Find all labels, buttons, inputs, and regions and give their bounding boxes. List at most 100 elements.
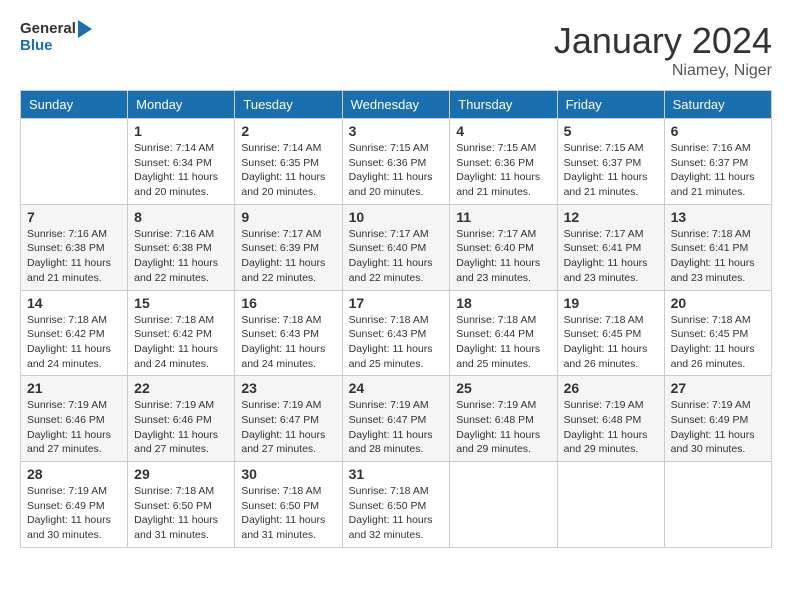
day-number: 29 — [134, 466, 228, 482]
calendar-subtitle: Niamey, Niger — [554, 62, 772, 80]
day-number: 7 — [27, 209, 121, 225]
calendar-cell: 10 Sunrise: 7:17 AM Sunset: 6:40 PM Dayli… — [342, 204, 450, 290]
day-detail: Sunrise: 7:18 AM Sunset: 6:45 PM Dayligh… — [671, 313, 765, 372]
day-number: 18 — [456, 295, 550, 311]
calendar-cell: 26Sunrise: 7:19 AM Sunset: 6:48 PM Dayli… — [557, 376, 664, 462]
header-row: Sunday Monday Tuesday Wednesday Thursday… — [21, 91, 772, 119]
day-number: 21 — [27, 380, 121, 396]
calendar-cell: 22 Sunrise: 7:19 AM Sunset: 6:46 PM Dayli… — [128, 376, 235, 462]
day-number: 20 — [671, 295, 765, 311]
day-number: 24 — [349, 380, 444, 396]
day-number: 14 — [27, 295, 121, 311]
day-detail: Sunrise: 7:19 AM Sunset: 6:47 PM Dayligh… — [241, 398, 335, 457]
day-number: 27 — [671, 380, 765, 396]
calendar-cell — [557, 462, 664, 548]
day-detail: Sunrise: 7:14 AM Sunset: 6:35 PM Dayligh… — [241, 141, 335, 200]
day-number: 22 — [134, 380, 228, 396]
calendar-cell: 8Sunrise: 7:16 AM Sunset: 6:38 PM Daylig… — [128, 204, 235, 290]
calendar-cell: 17 Sunrise: 7:18 AM Sunset: 6:43 PM Dayli… — [342, 290, 450, 376]
col-sunday: Sunday — [21, 91, 128, 119]
day-detail: Sunrise: 7:18 AM Sunset: 6:43 PM Dayligh… — [349, 313, 444, 372]
day-number: 6 — [671, 123, 765, 139]
col-monday: Monday — [128, 91, 235, 119]
day-detail: Sunrise: 7:18 AM Sunset: 6:42 PM Dayligh… — [134, 313, 228, 372]
day-number: 28 — [27, 466, 121, 482]
day-detail: Sunrise: 7:19 AM Sunset: 6:47 PM Dayligh… — [349, 398, 444, 457]
calendar-cell — [21, 119, 128, 205]
calendar-week-4: 21 Sunrise: 7:19 AM Sunset: 6:46 PM Dayli… — [21, 376, 772, 462]
col-friday: Friday — [557, 91, 664, 119]
calendar-cell: 1 Sunrise: 7:14 AM Sunset: 6:34 PM Daylig… — [128, 119, 235, 205]
calendar-week-2: 7 Sunrise: 7:16 AM Sunset: 6:38 PM Daylig… — [21, 204, 772, 290]
day-detail: Sunrise: 7:18 AM Sunset: 6:45 PM Dayligh… — [564, 313, 658, 372]
calendar-cell: 24 Sunrise: 7:19 AM Sunset: 6:47 PM Dayli… — [342, 376, 450, 462]
day-detail: Sunrise: 7:17 AM Sunset: 6:39 PM Dayligh… — [241, 227, 335, 286]
calendar-cell: 9 Sunrise: 7:17 AM Sunset: 6:39 PM Daylig… — [235, 204, 342, 290]
day-number: 30 — [241, 466, 335, 482]
day-detail: Sunrise: 7:15 AM Sunset: 6:36 PM Dayligh… — [349, 141, 444, 200]
calendar-week-1: 1 Sunrise: 7:14 AM Sunset: 6:34 PM Daylig… — [21, 119, 772, 205]
day-number: 15 — [134, 295, 228, 311]
calendar-cell: 13Sunrise: 7:18 AM Sunset: 6:41 PM Dayli… — [664, 204, 771, 290]
day-number: 1 — [134, 123, 228, 139]
calendar-cell: 2 Sunrise: 7:14 AM Sunset: 6:35 PM Daylig… — [235, 119, 342, 205]
col-tuesday: Tuesday — [235, 91, 342, 119]
day-detail: Sunrise: 7:19 AM Sunset: 6:46 PM Dayligh… — [27, 398, 121, 457]
day-detail: Sunrise: 7:19 AM Sunset: 6:46 PM Dayligh… — [134, 398, 228, 457]
calendar-cell — [450, 462, 557, 548]
calendar-week-5: 28Sunrise: 7:19 AM Sunset: 6:49 PM Dayli… — [21, 462, 772, 548]
day-number: 2 — [241, 123, 335, 139]
day-detail: Sunrise: 7:18 AM Sunset: 6:41 PM Dayligh… — [671, 227, 765, 286]
calendar-cell: 18Sunrise: 7:18 AM Sunset: 6:44 PM Dayli… — [450, 290, 557, 376]
day-detail: Sunrise: 7:18 AM Sunset: 6:50 PM Dayligh… — [134, 484, 228, 543]
calendar-cell: 6 Sunrise: 7:16 AM Sunset: 6:37 PM Daylig… — [664, 119, 771, 205]
day-detail: Sunrise: 7:19 AM Sunset: 6:48 PM Dayligh… — [456, 398, 550, 457]
day-number: 19 — [564, 295, 658, 311]
calendar-cell: 30 Sunrise: 7:18 AM Sunset: 6:50 PM Dayli… — [235, 462, 342, 548]
day-number: 10 — [349, 209, 444, 225]
calendar-cell — [664, 462, 771, 548]
day-detail: Sunrise: 7:14 AM Sunset: 6:34 PM Dayligh… — [134, 141, 228, 200]
calendar-cell: 15 Sunrise: 7:18 AM Sunset: 6:42 PM Dayli… — [128, 290, 235, 376]
calendar-cell: 7 Sunrise: 7:16 AM Sunset: 6:38 PM Daylig… — [21, 204, 128, 290]
day-detail: Sunrise: 7:16 AM Sunset: 6:38 PM Dayligh… — [27, 227, 121, 286]
day-number: 5 — [564, 123, 658, 139]
day-number: 11 — [456, 209, 550, 225]
day-number: 3 — [349, 123, 444, 139]
day-detail: Sunrise: 7:18 AM Sunset: 6:50 PM Dayligh… — [349, 484, 444, 543]
logo: General Blue — [20, 20, 100, 55]
day-detail: Sunrise: 7:16 AM Sunset: 6:37 PM Dayligh… — [671, 141, 765, 200]
logo-blue: Blue — [20, 38, 53, 55]
calendar-cell: 5Sunrise: 7:15 AM Sunset: 6:37 PM Daylig… — [557, 119, 664, 205]
calendar-cell: 20 Sunrise: 7:18 AM Sunset: 6:45 PM Dayli… — [664, 290, 771, 376]
calendar-cell: 16 Sunrise: 7:18 AM Sunset: 6:43 PM Dayli… — [235, 290, 342, 376]
day-number: 12 — [564, 209, 658, 225]
day-detail: Sunrise: 7:16 AM Sunset: 6:38 PM Dayligh… — [134, 227, 228, 286]
day-number: 26 — [564, 380, 658, 396]
day-detail: Sunrise: 7:18 AM Sunset: 6:50 PM Dayligh… — [241, 484, 335, 543]
calendar-cell: 4Sunrise: 7:15 AM Sunset: 6:36 PM Daylig… — [450, 119, 557, 205]
day-detail: Sunrise: 7:18 AM Sunset: 6:43 PM Dayligh… — [241, 313, 335, 372]
day-detail: Sunrise: 7:17 AM Sunset: 6:41 PM Dayligh… — [564, 227, 658, 286]
calendar-title: January 2024 — [554, 20, 772, 62]
logo-arrow-icon — [78, 20, 100, 38]
day-number: 23 — [241, 380, 335, 396]
col-thursday: Thursday — [450, 91, 557, 119]
day-detail: Sunrise: 7:18 AM Sunset: 6:42 PM Dayligh… — [27, 313, 121, 372]
calendar-week-3: 14 Sunrise: 7:18 AM Sunset: 6:42 PM Dayli… — [21, 290, 772, 376]
day-number: 17 — [349, 295, 444, 311]
calendar-cell: 12 Sunrise: 7:17 AM Sunset: 6:41 PM Dayli… — [557, 204, 664, 290]
day-number: 16 — [241, 295, 335, 311]
calendar-cell: 21 Sunrise: 7:19 AM Sunset: 6:46 PM Dayli… — [21, 376, 128, 462]
day-detail: Sunrise: 7:17 AM Sunset: 6:40 PM Dayligh… — [456, 227, 550, 286]
day-number: 25 — [456, 380, 550, 396]
day-detail: Sunrise: 7:17 AM Sunset: 6:40 PM Dayligh… — [349, 227, 444, 286]
calendar-cell: 19 Sunrise: 7:18 AM Sunset: 6:45 PM Dayli… — [557, 290, 664, 376]
header: General Blue January 2024 Niamey, Niger — [20, 20, 772, 80]
day-detail: Sunrise: 7:19 AM Sunset: 6:49 PM Dayligh… — [671, 398, 765, 457]
title-area: January 2024 Niamey, Niger — [554, 20, 772, 80]
day-detail: Sunrise: 7:15 AM Sunset: 6:36 PM Dayligh… — [456, 141, 550, 200]
day-number: 9 — [241, 209, 335, 225]
calendar-cell: 11 Sunrise: 7:17 AM Sunset: 6:40 PM Dayli… — [450, 204, 557, 290]
col-saturday: Saturday — [664, 91, 771, 119]
